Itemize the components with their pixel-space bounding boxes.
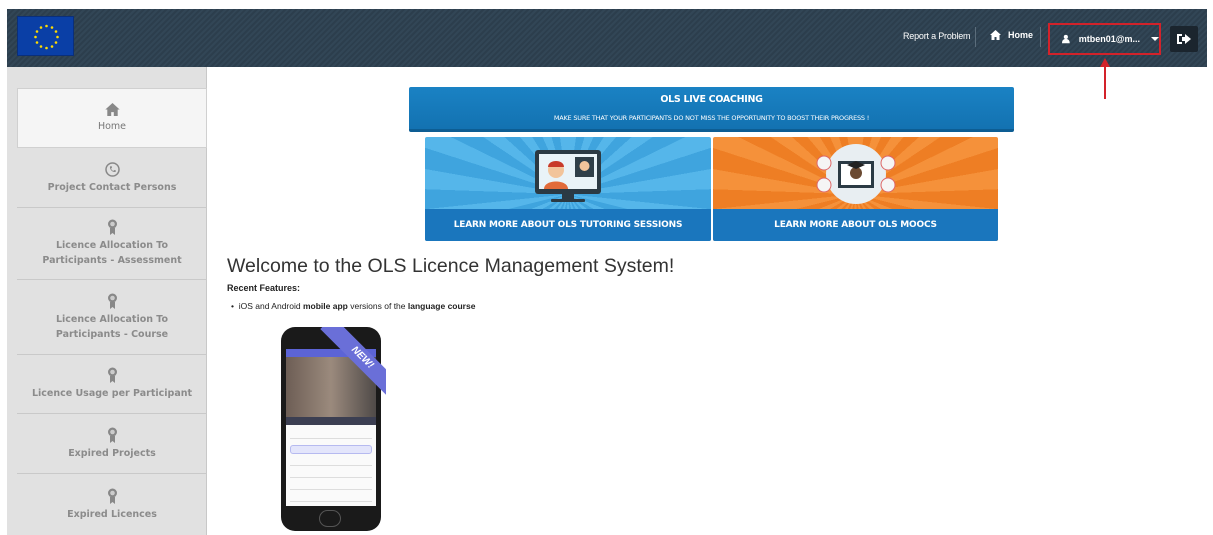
live-coaching-banner[interactable]: OLS LIVE COACHING MAKE SURE THAT YOUR PA… (409, 87, 1014, 132)
recent-features-heading: Recent Features: (227, 283, 301, 293)
eu-flag-logo[interactable] (17, 16, 74, 56)
annotation-arrow (1100, 58, 1110, 99)
logout-button[interactable] (1170, 26, 1198, 52)
tutoring-illustration (535, 150, 601, 202)
sidebar-item-project-contact-persons[interactable]: Project Contact Persons (17, 149, 207, 208)
sidebar-item-licence-allocation-assessment[interactable]: Licence Allocation To Participants - Ass… (17, 208, 207, 280)
sidebar-item-label: Project Contact Persons (47, 181, 177, 193)
home-icon (990, 30, 1001, 40)
bullet: • (231, 301, 239, 311)
home-icon (104, 102, 120, 116)
award-icon (107, 427, 117, 443)
page-title: Welcome to the OLS Licence Management Sy… (227, 255, 675, 277)
sidebar-item-expired-projects[interactable]: Expired Projects (17, 414, 207, 474)
report-problem-link[interactable]: Report a Problem (903, 31, 971, 41)
header-divider (1040, 27, 1041, 47)
award-icon (107, 488, 117, 504)
sidebar-item-licence-allocation-course[interactable]: Licence Allocation To Participants - Cou… (17, 280, 207, 355)
sidebar-item-label: Licence Usage per Participant (31, 388, 193, 399)
sidebar-item-label: Licence Allocation To Participants - Cou… (55, 313, 169, 340)
feature-text-4: language course (407, 301, 476, 311)
sidebar-item-label: Home (97, 120, 127, 132)
feature-text-2: mobile app (302, 301, 348, 311)
feature-text-3: versions of the (350, 301, 406, 311)
user-email: mtben01@m... (1078, 34, 1140, 44)
sign-out-icon (1177, 34, 1191, 44)
header-home-label: Home (1008, 30, 1034, 40)
award-icon (107, 293, 117, 309)
user-icon (1062, 34, 1070, 44)
banner-title: OLS LIVE COACHING (660, 94, 763, 105)
header-home-link[interactable]: Home (990, 30, 1033, 40)
award-icon (107, 219, 117, 235)
top-header: Report a Problem Home mtben01@m... (7, 9, 1207, 67)
new-badge: NEW! (320, 327, 386, 395)
banner-subtitle: MAKE SURE THAT YOUR PARTICIPANTS DO NOT … (553, 114, 870, 122)
moocs-promo[interactable]: LEARN MORE ABOUT OLS MOOCS (713, 137, 998, 241)
sidebar-item-home[interactable]: Home (17, 88, 207, 148)
chevron-down-icon (1151, 37, 1159, 41)
sidebar-item-licence-usage[interactable]: Licence Usage per Participant (17, 355, 207, 414)
sidebar: Home Project Contact Persons Licence All… (7, 67, 207, 535)
feature-list-item: • iOS and Android mobile app versions of… (231, 301, 475, 311)
tutoring-sessions-promo[interactable]: LEARN MORE ABOUT OLS TUTORING SESSIONS (425, 137, 711, 241)
user-menu-dropdown[interactable]: mtben01@m... (1048, 23, 1161, 55)
award-icon (107, 367, 117, 383)
header-divider (975, 27, 976, 47)
tutoring-promo-label: LEARN MORE ABOUT OLS TUTORING SESSIONS (425, 209, 711, 241)
moocs-illustration (816, 144, 896, 204)
sidebar-item-expired-licences[interactable]: Expired Licences (17, 474, 207, 535)
new-ribbon: NEW! (318, 327, 386, 395)
phone-icon (104, 161, 120, 177)
phone-home-button (319, 510, 341, 527)
sidebar-item-label: Expired Licences (67, 508, 157, 520)
sidebar-item-label: Expired Projects (68, 447, 156, 459)
feature-text-1: iOS and Android (238, 301, 301, 311)
sidebar-item-label: Licence Allocation To Participants - Ass… (42, 240, 182, 266)
moocs-promo-label: LEARN MORE ABOUT OLS MOOCS (713, 209, 998, 241)
